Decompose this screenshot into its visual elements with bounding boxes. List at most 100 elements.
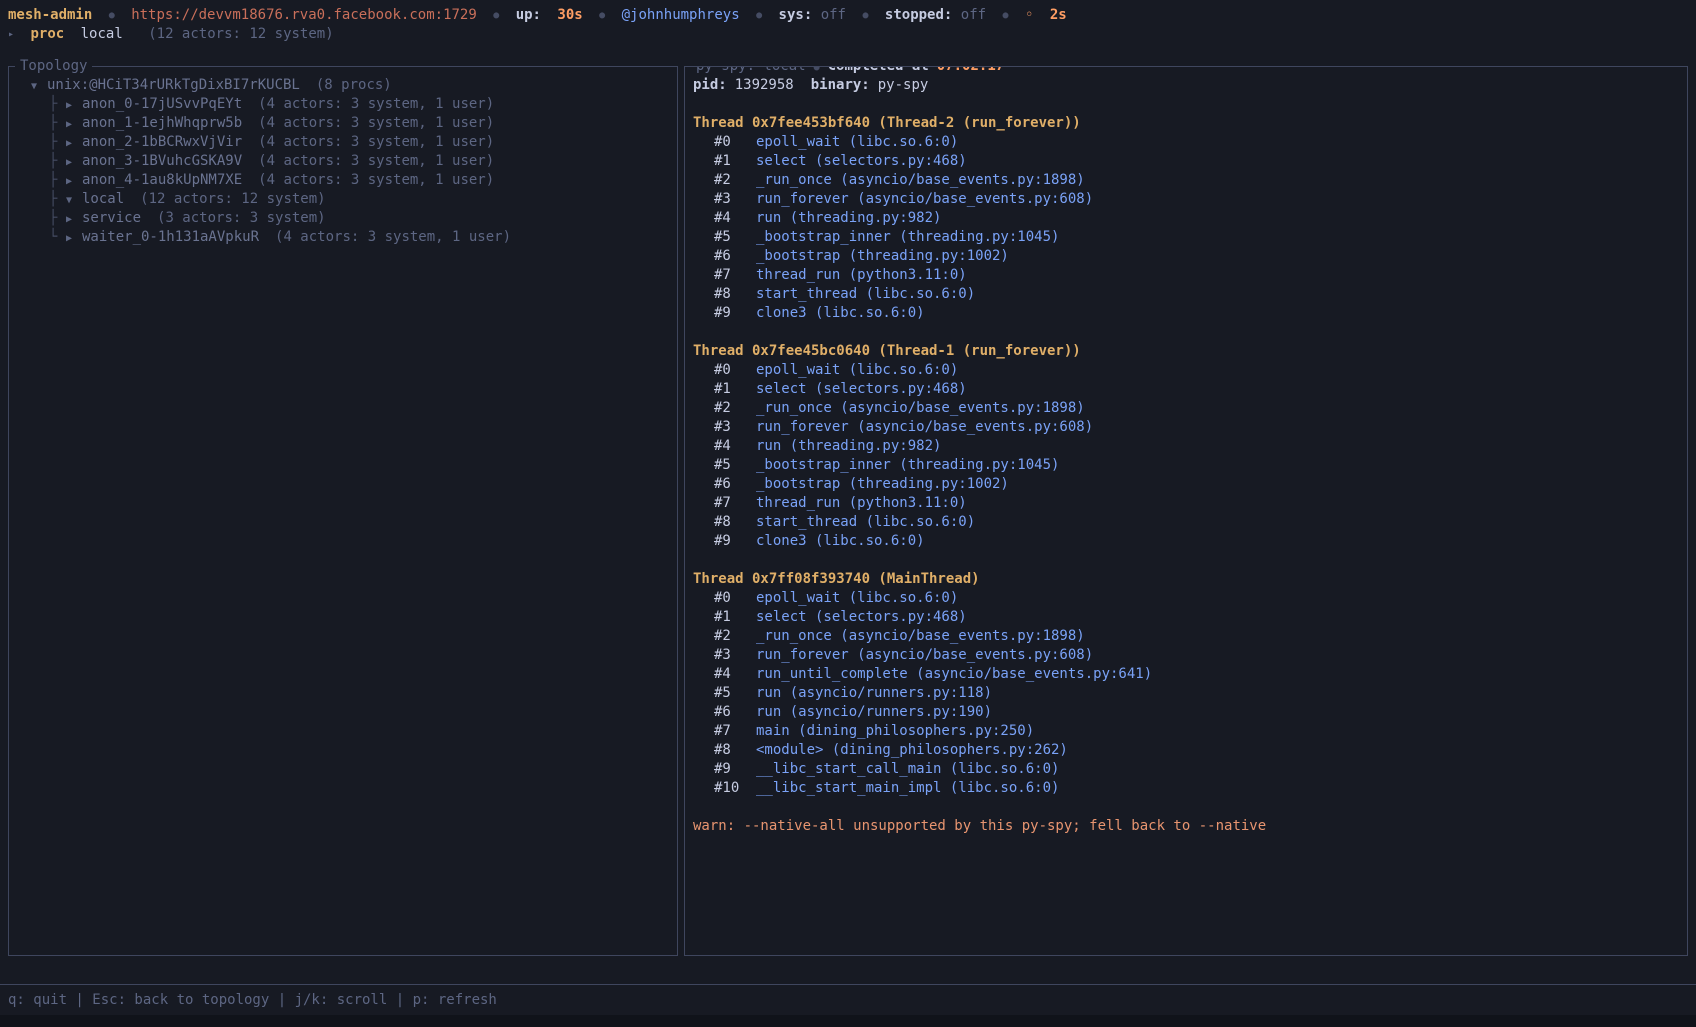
frame-function: _run_once (asyncio/base_events.py:1898): [756, 172, 1085, 188]
frame-function: run (threading.py:982): [756, 210, 941, 226]
uptime-label: up:: [516, 7, 541, 23]
stack-frame: #7thread_run (python3.11:0): [693, 494, 1679, 513]
frame-function: select (selectors.py:468): [756, 153, 967, 169]
separator-dot-icon: ●: [814, 66, 820, 73]
collapse-arrow-icon[interactable]: ▼: [31, 77, 47, 96]
frame-function: select (selectors.py:468): [756, 381, 967, 397]
toggle-arrow-icon[interactable]: ▶: [66, 96, 82, 115]
bottom-strip: [0, 1015, 1696, 1027]
stack-frame: #1select (selectors.py:468): [693, 380, 1679, 399]
stack-frame: #5run (asyncio/runners.py:118): [693, 684, 1679, 703]
topology-panel-title: Topology: [15, 57, 92, 76]
frame-function: start_thread (libc.so.6:0): [756, 286, 975, 302]
server-url[interactable]: https://devvm18676.rva0.facebook.com:172…: [131, 7, 477, 23]
frame-number: #1: [714, 608, 756, 627]
frame-number: #0: [714, 133, 756, 152]
frame-function: _run_once (asyncio/base_events.py:1898): [756, 628, 1085, 644]
stack-frame: #6_bootstrap (threading.py:1002): [693, 475, 1679, 494]
process-summary: (3 actors: 3 system): [157, 210, 326, 226]
frame-function: <module> (dining_philosophers.py:262): [756, 742, 1068, 758]
process-name: anon_3-1BVuhcGSKA9V: [82, 153, 242, 169]
tree-branch-glyph: ├: [49, 114, 66, 133]
frame-number: #8: [714, 285, 756, 304]
frame-function: _run_once (asyncio/base_events.py:1898): [756, 400, 1085, 416]
frame-number: #5: [714, 228, 756, 247]
thread-header: Thread 0x7ff08f393740 (MainThread): [693, 570, 1679, 589]
toggle-arrow-icon[interactable]: ▶: [66, 134, 82, 153]
topology-panel[interactable]: Topology ▼unix:@HCiT34rURkTgDixBI7rKUCBL…: [8, 66, 678, 956]
frame-number: #7: [714, 266, 756, 285]
frame-function: __libc_start_call_main (libc.so.6:0): [756, 761, 1059, 777]
frame-function: thread_run (python3.11:0): [756, 495, 967, 511]
stack-frame: #3run_forever (asyncio/base_events.py:60…: [693, 418, 1679, 437]
frame-function: _bootstrap_inner (threading.py:1045): [756, 229, 1059, 245]
tree-node[interactable]: ├▶anon_3-1BVuhcGSKA9V(4 actors: 3 system…: [21, 152, 665, 171]
process-name: anon_4-1au8kUpNM7XE: [82, 172, 242, 188]
process-name: anon_2-1bBCRwxVjVir: [82, 134, 242, 150]
stack-frame: #2_run_once (asyncio/base_events.py:1898…: [693, 399, 1679, 418]
tree-node[interactable]: ├▶anon_1-1ejhWhqprw5b(4 actors: 3 system…: [21, 114, 665, 133]
toggle-arrow-icon[interactable]: ▶: [66, 229, 82, 248]
thread-block: Thread 0x7fee453bf640 (Thread-2 (run_for…: [693, 114, 1679, 323]
separator-dot-icon: ●: [493, 10, 499, 21]
frame-number: #7: [714, 494, 756, 513]
frame-function: run (asyncio/runners.py:118): [756, 685, 992, 701]
frame-number: #1: [714, 380, 756, 399]
tree-node-root[interactable]: ▼unix:@HCiT34rURkTgDixBI7rKUCBL(8 procs): [21, 76, 665, 95]
frame-function: run (threading.py:982): [756, 438, 941, 454]
pyspy-output[interactable]: pid:1392958binary:py-spy Thread 0x7fee45…: [685, 67, 1687, 955]
tree-children: ├▶anon_0-17jUSvvPqEYt(4 actors: 3 system…: [21, 95, 665, 247]
frame-number: #4: [714, 665, 756, 684]
frame-number: #4: [714, 437, 756, 456]
main-area: Topology ▼unix:@HCiT34rURkTgDixBI7rKUCBL…: [0, 56, 1696, 984]
frame-function: run (asyncio/runners.py:190): [756, 704, 992, 720]
tree-node[interactable]: ├▶anon_0-17jUSvvPqEYt(4 actors: 3 system…: [21, 95, 665, 114]
tree-node[interactable]: ├▶anon_4-1au8kUpNM7XE(4 actors: 3 system…: [21, 171, 665, 190]
prompt-arrow-icon: ▸: [8, 29, 14, 40]
pyspy-panel[interactable]: py-spy: local●Completed at07:02:17 pid:1…: [684, 66, 1688, 956]
pid-label: pid:: [693, 77, 727, 93]
frame-function: start_thread (libc.so.6:0): [756, 514, 975, 530]
frame-number: #8: [714, 513, 756, 532]
stack-frame: #1select (selectors.py:468): [693, 608, 1679, 627]
frame-number: #3: [714, 190, 756, 209]
mesh-admin-terminal: mesh-admin ● https://devvm18676.rva0.fac…: [0, 0, 1696, 1027]
tree-node[interactable]: ├▼local(12 actors: 12 system): [21, 190, 665, 209]
stack-frames: #0epoll_wait (libc.so.6:0) #1select (sel…: [693, 361, 1679, 551]
top-status-bar: mesh-admin ● https://devvm18676.rva0.fac…: [0, 0, 1696, 56]
thread-header: Thread 0x7fee453bf640 (Thread-2 (run_for…: [693, 114, 1679, 133]
pyspy-completed-time: 07:02:17: [937, 66, 1004, 74]
frame-number: #2: [714, 399, 756, 418]
stack-frame: #2_run_once (asyncio/base_events.py:1898…: [693, 627, 1679, 646]
toggle-arrow-icon[interactable]: ▼: [66, 191, 82, 210]
toggle-arrow-icon[interactable]: ▶: [66, 115, 82, 134]
frame-function: epoll_wait (libc.so.6:0): [756, 590, 958, 606]
proc-summary: (12 actors: 12 system): [148, 26, 333, 42]
tree-node[interactable]: └▶waiter_0-1h131aAVpkuR(4 actors: 3 syst…: [21, 228, 665, 247]
tree-node[interactable]: ├▶anon_2-1bBCRwxVjVir(4 actors: 3 system…: [21, 133, 665, 152]
stack-frame: #9clone3 (libc.so.6:0): [693, 532, 1679, 551]
separator-dot-icon: ●: [109, 10, 115, 21]
frame-number: #0: [714, 589, 756, 608]
toggle-arrow-icon[interactable]: ▶: [66, 172, 82, 191]
tree-branch-glyph: ├: [49, 152, 66, 171]
toggle-arrow-icon[interactable]: ▶: [66, 153, 82, 172]
frame-function: epoll_wait (libc.so.6:0): [756, 134, 958, 150]
stack-frame: #5_bootstrap_inner (threading.py:1045): [693, 228, 1679, 247]
frame-number: #1: [714, 152, 756, 171]
frame-number: #8: [714, 741, 756, 760]
frame-number: #3: [714, 646, 756, 665]
toggle-arrow-icon[interactable]: ▶: [66, 210, 82, 229]
tree-node[interactable]: ├▶service(3 actors: 3 system): [21, 209, 665, 228]
host-name: unix:@HCiT34rURkTgDixBI7rKUCBL: [47, 77, 300, 93]
warning-message: warn: --native-all unsupported by this p…: [693, 817, 1679, 836]
stack-frame: #3run_forever (asyncio/base_events.py:60…: [693, 646, 1679, 665]
stack-frame: #7thread_run (python3.11:0): [693, 266, 1679, 285]
stack-frame: #4run (threading.py:982): [693, 209, 1679, 228]
stopped-toggle-value[interactable]: off: [961, 7, 986, 23]
stack-frame: #4run_until_complete (asyncio/base_event…: [693, 665, 1679, 684]
sys-toggle-value[interactable]: off: [821, 7, 846, 23]
frame-function: _bootstrap_inner (threading.py:1045): [756, 457, 1059, 473]
proc-command: proc: [30, 26, 64, 42]
separator-dot-icon: ●: [862, 10, 868, 21]
